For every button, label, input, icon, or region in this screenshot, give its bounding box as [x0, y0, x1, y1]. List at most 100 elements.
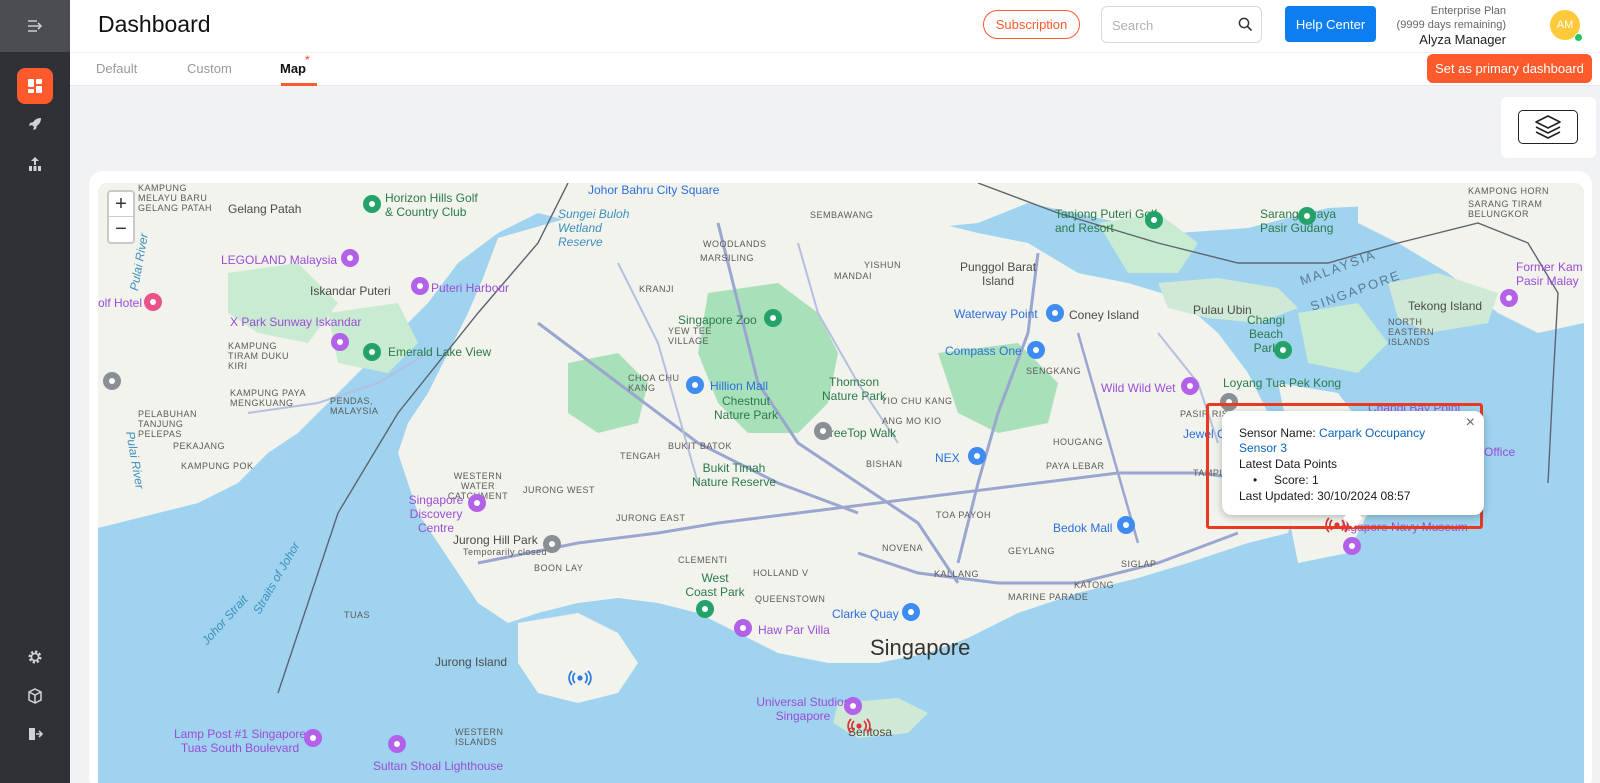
zoo-marker[interactable] — [764, 309, 782, 327]
plan-info: Enterprise Plan (9999 days remaining) Al… — [1397, 4, 1506, 48]
map-zoom-control: + − — [107, 190, 135, 244]
mall-marker[interactable] — [968, 447, 986, 465]
sensor-signal-icon[interactable] — [568, 670, 592, 686]
map-label-western-islands: WESTERN ISLANDS — [455, 727, 504, 747]
search-icon[interactable] — [1238, 17, 1253, 32]
popup-close-button[interactable]: × — [1466, 414, 1475, 432]
park-marker[interactable] — [1274, 341, 1292, 359]
map-label-north-eastern: NORTH EASTERN ISLANDS — [1388, 317, 1435, 347]
tab-default[interactable]: Default — [96, 61, 137, 76]
map-label-mandai: MANDAI — [834, 271, 873, 281]
map-label-universal: Universal Studios Singapore — [756, 695, 850, 723]
popup-updated-label: Last Updated: — [1239, 489, 1314, 503]
popup-sensor-line: Sensor Name: Carpark Occupancy Sensor 3 — [1239, 426, 1454, 456]
attraction-marker[interactable] — [1343, 537, 1361, 555]
park-marker[interactable] — [543, 535, 561, 553]
subscription-button[interactable]: Subscription — [983, 10, 1080, 39]
map-label-geylang: GEYLANG — [1008, 546, 1056, 556]
search-input[interactable] — [1112, 15, 1230, 35]
map-view[interactable]: Johor Bahru City Square Gelang Patah KAM… — [98, 183, 1584, 783]
mall-marker[interactable] — [1117, 516, 1135, 534]
sidebar-item-deploy[interactable] — [17, 106, 53, 142]
tab-map[interactable]: Map — [280, 61, 306, 76]
map-label-west-coast: West Coast Park — [685, 571, 745, 599]
map-label-singapore: Singapore — [870, 635, 971, 660]
park-marker[interactable] — [363, 195, 381, 213]
zoom-out-button[interactable]: − — [109, 217, 133, 242]
map-label-legoland: LEGOLAND Malaysia — [221, 253, 338, 267]
map-label-sarang-tiram: SARANG TIRAM BELUNGKOR — [1468, 199, 1543, 219]
map-label-singapore-zoo: Singapore Zoo — [678, 313, 757, 327]
attraction-marker[interactable] — [388, 735, 406, 753]
attraction-marker[interactable] — [341, 249, 359, 267]
map-label-kampung-pok: KAMPUNG POK — [181, 461, 254, 471]
mall-marker[interactable] — [902, 603, 920, 621]
set-primary-dashboard-button[interactable]: Set as primary dashboard — [1427, 54, 1592, 83]
sidebar-item-settings[interactable] — [17, 639, 53, 675]
gear-icon — [28, 650, 42, 664]
attraction-marker[interactable] — [331, 333, 349, 351]
attraction-marker[interactable] — [304, 729, 322, 747]
attraction-marker[interactable] — [734, 619, 752, 637]
sensor-signal-icon[interactable] — [847, 718, 871, 734]
map-label-wild-wild-wet: Wild Wild Wet — [1101, 381, 1176, 395]
sidebar-item-logout[interactable] — [17, 716, 53, 752]
map-label-yishun: YISHUN — [864, 260, 902, 270]
attraction-marker[interactable] — [1500, 289, 1518, 307]
attraction-marker[interactable] — [411, 277, 429, 295]
popup-updated-value: 30/10/2024 08:57 — [1317, 489, 1411, 503]
map-label-gelang-patah: Gelang Patah — [228, 202, 302, 216]
map-label-singapore-discovery: Singapore Discovery Centre — [408, 493, 464, 535]
popup-latest-label: Latest Data Points — [1239, 457, 1338, 471]
sidebar-item-packages[interactable] — [17, 678, 53, 714]
map-label-iskandar: Iskandar Puteri — [310, 284, 391, 298]
map-label-pekajang: PEKAJANG — [173, 441, 226, 451]
map-label-woodlands: WOODLANDS — [703, 239, 767, 249]
map-label-kampung-melayu: KAMPUNG MELAYU BARU GELANG PATAH — [138, 183, 213, 213]
menu-collapse-icon — [28, 20, 43, 32]
hotel-marker[interactable] — [144, 293, 162, 311]
trail-marker[interactable] — [814, 422, 832, 440]
map-label-emerald-lake: Emerald Lake View — [388, 345, 492, 359]
help-center-button[interactable]: Help Center — [1285, 6, 1376, 42]
popup-updated-line: Last Updated: 30/10/2024 08:57 — [1239, 489, 1410, 503]
map-label-sultan-shoal: Sultan Shoal Lighthouse — [373, 759, 504, 773]
layers-button[interactable] — [1518, 110, 1578, 144]
attraction-marker[interactable] — [844, 697, 862, 715]
map-label-nex: NEX — [935, 451, 960, 465]
zoom-in-button[interactable]: + — [109, 192, 133, 217]
map-label-sembawang: SEMBAWANG — [810, 210, 874, 220]
map-label-lamp-post: Lamp Post #1 Singapore Tuas South Boulev… — [173, 727, 307, 755]
golf-marker[interactable] — [1145, 211, 1163, 229]
park-marker[interactable] — [696, 600, 714, 618]
mall-marker[interactable] — [1027, 341, 1045, 359]
active-tab-underline — [281, 83, 317, 86]
zoo-marker[interactable] — [1298, 207, 1316, 225]
map-label-jurong-hill: Jurong Hill Park — [453, 533, 538, 547]
map-label-sengkang: SENGKANG — [1026, 366, 1082, 376]
map-label-office: Office — [1484, 445, 1516, 459]
map-label-golf-hotel: olf Hotel — [98, 296, 143, 310]
plan-name: Enterprise Plan — [1430, 5, 1506, 17]
attraction-marker[interactable] — [1181, 377, 1199, 395]
mall-marker[interactable] — [686, 376, 704, 394]
sidebar-item-dashboard[interactable] — [17, 68, 53, 104]
sidebar-toggle-button[interactable] — [0, 0, 70, 52]
map-label-toa-payoh: TOA PAYOH — [936, 510, 992, 520]
map-label-coney-island: Coney Island — [1069, 308, 1140, 322]
landmark-marker[interactable] — [103, 372, 121, 390]
map-label-former-kam: Former Kam Pasir Malay — [1516, 260, 1583, 288]
park-marker[interactable] — [363, 343, 381, 361]
mall-marker[interactable] — [1046, 304, 1064, 322]
map-label-sungei-buloh: Sungei Buloh Wetland Reserve — [558, 207, 630, 249]
map-label-bukit-timah: Bukit Timah Nature Reserve — [691, 461, 777, 489]
layers-panel — [1501, 97, 1596, 158]
tab-custom[interactable]: Custom — [187, 61, 232, 76]
top-header: Dashboard Subscription Help Center Enter… — [70, 0, 1600, 52]
attraction-marker[interactable] — [468, 494, 486, 512]
sidebar-item-analytics[interactable] — [17, 146, 53, 182]
user-name: Alyza Manager — [1419, 32, 1506, 47]
map-label-chestnut: Chestnut Nature Park — [713, 394, 779, 422]
map-label-clarke-quay: Clarke Quay — [832, 607, 899, 621]
map-label-bishan: BISHAN — [866, 459, 903, 469]
